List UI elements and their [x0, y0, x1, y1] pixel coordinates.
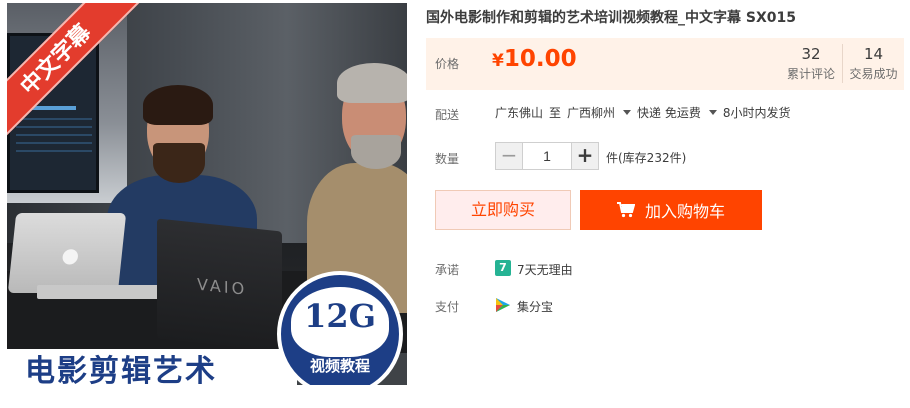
badge-label: 视频教程: [309, 357, 370, 375]
size-badge: 12G 视频教程: [277, 271, 403, 385]
price-amount: 10.00: [503, 46, 577, 72]
stats: 32 累计评论 14 交易成功: [780, 44, 904, 83]
laptop-vaio: VAIO: [157, 218, 282, 352]
reviews-label: 累计评论: [786, 67, 835, 81]
chevron-down-icon[interactable]: [623, 110, 632, 115]
ribbon-text: 中文字幕: [7, 3, 140, 144]
delivery-to-select[interactable]: 广西柳州: [567, 104, 621, 121]
delivery-row: 广东佛山 至 广西柳州 快递 免运费 8小时内发货: [495, 104, 797, 121]
delivery-to: 广西柳州: [567, 106, 616, 120]
dispatch-time: 8小时内发货: [722, 106, 791, 120]
currency-symbol: ¥: [492, 51, 504, 71]
transactions-count: 14: [863, 45, 884, 63]
promise-text[interactable]: 7天无理由: [517, 261, 573, 278]
apple-logo-icon: ●: [60, 243, 81, 267]
quantity-increase-button[interactable]: +: [572, 143, 598, 169]
cart-icon: [616, 202, 635, 218]
shipping-select[interactable]: 快递 免运费: [637, 104, 707, 121]
quantity-stepper: − +: [495, 142, 599, 170]
subtitle-ribbon: 中文字幕: [7, 3, 157, 153]
buy-now-button[interactable]: 立即购买: [435, 190, 571, 230]
delivery-to-prefix: 至: [549, 106, 562, 120]
quantity-input[interactable]: [522, 143, 572, 169]
price-label: 价格: [435, 57, 460, 71]
price-panel: 价格 ¥10.00 32 累计评论 14 交易成功: [426, 38, 904, 90]
product-image[interactable]: ● VAIO 中文字幕 电影剪辑艺术 12G 视频教程: [7, 3, 407, 385]
chevron-down-icon[interactable]: [708, 110, 717, 115]
promise-label: 承诺: [435, 263, 460, 277]
quantity-label: 数量: [435, 152, 460, 166]
person-young-beard: [153, 143, 205, 183]
caption-text: 电影剪辑艺术: [25, 354, 217, 385]
laptop-mac: ●: [7, 213, 127, 293]
transactions-label: 交易成功: [849, 67, 898, 81]
stat-transactions[interactable]: 14 交易成功: [842, 44, 904, 83]
badge-size: 12G: [304, 297, 376, 335]
stat-reviews[interactable]: 32 累计评论: [780, 44, 842, 83]
stock-text: 件(库存232件): [606, 151, 687, 165]
seven-day-return-icon: 7: [495, 260, 511, 276]
laptop-mac-base: [37, 285, 167, 299]
payment-label: 支付: [435, 300, 460, 314]
caption-banner: 电影剪辑艺术: [7, 349, 297, 385]
person-old-beard: [351, 135, 401, 169]
price-value: ¥10.00: [492, 46, 577, 72]
quantity-decrease-button[interactable]: −: [496, 143, 522, 169]
reviews-count: 32: [801, 45, 821, 63]
payment-text[interactable]: 集分宝: [517, 298, 553, 315]
delivery-label: 配送: [435, 108, 460, 122]
vaio-logo: VAIO: [197, 274, 248, 299]
product-title: 国外电影制作和剪辑的艺术培训视频教程_中文字幕 SX015: [426, 10, 796, 26]
jifenbao-icon: [496, 298, 510, 312]
add-to-cart-button[interactable]: 加入购物车: [580, 190, 762, 230]
shipping-method: 快递 免运费: [637, 106, 701, 120]
person-old-hair: [337, 63, 407, 103]
add-to-cart-label: 加入购物车: [644, 202, 725, 221]
delivery-from: 广东佛山: [495, 106, 544, 120]
